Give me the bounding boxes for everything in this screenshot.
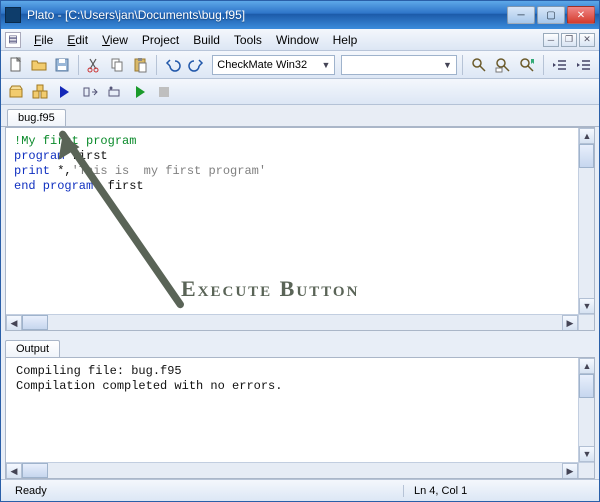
chevron-down-icon: ▼ <box>322 60 331 70</box>
scroll-thumb[interactable] <box>579 374 594 398</box>
editor-vscrollbar[interactable]: ▲ ▼ <box>578 128 594 314</box>
editor-tab-bug[interactable]: bug.f95 <box>7 109 66 126</box>
stop-button[interactable] <box>153 81 175 103</box>
target-combo[interactable]: ▼ <box>341 55 456 75</box>
chevron-down-icon: ▼ <box>443 60 452 70</box>
menu-build[interactable]: Build <box>186 31 227 49</box>
maximize-button[interactable]: ▢ <box>537 6 565 24</box>
code-keyword: program <box>14 149 72 163</box>
window-title: Plato - [C:\Users\jan\Documents\bug.f95] <box>27 8 507 22</box>
execute-button[interactable] <box>53 81 75 103</box>
build-config-label: CheckMate Win32 <box>217 59 307 71</box>
status-cursor-position: Ln 4, Col 1 <box>403 485 533 497</box>
mdi-close-button[interactable]: ✕ <box>579 33 595 47</box>
scroll-down-icon[interactable]: ▼ <box>579 446 595 462</box>
scroll-thumb[interactable] <box>22 463 48 478</box>
scroll-down-icon[interactable]: ▼ <box>579 298 594 314</box>
menu-file[interactable]: File <box>27 31 60 49</box>
step-over-button[interactable] <box>103 81 125 103</box>
output-pane: Output Compiling file: bug.f95 Compilati… <box>5 335 595 479</box>
close-button[interactable]: ✕ <box>567 6 595 24</box>
code-keyword: end program <box>14 179 93 193</box>
cut-button[interactable] <box>83 54 104 76</box>
scroll-thumb[interactable] <box>579 144 594 168</box>
menu-window[interactable]: Window <box>269 31 326 49</box>
undo-button[interactable] <box>162 54 183 76</box>
app-icon <box>5 7 21 23</box>
menu-tools[interactable]: Tools <box>227 31 269 49</box>
find-button[interactable] <box>468 54 490 76</box>
code-string: 'This is my first program' <box>72 164 266 178</box>
scroll-right-icon[interactable]: ▶ <box>562 463 578 479</box>
scroll-corner <box>578 462 594 478</box>
code-comment: !My first program <box>14 134 136 148</box>
titlebar: Plato - [C:\Users\jan\Documents\bug.f95]… <box>1 1 599 29</box>
scroll-up-icon[interactable]: ▲ <box>579 128 594 144</box>
scroll-left-icon[interactable]: ◀ <box>6 463 22 479</box>
scroll-thumb[interactable] <box>22 315 48 330</box>
run-debug-button[interactable] <box>129 81 151 103</box>
open-file-button[interactable] <box>28 54 49 76</box>
output-hscrollbar[interactable]: ◀ ▶ <box>6 462 578 478</box>
output-tab[interactable]: Output <box>5 340 60 357</box>
annotation-label: Execute Button <box>181 276 359 302</box>
save-button[interactable] <box>51 54 72 76</box>
code-editor[interactable]: !My first program program first print *,… <box>6 128 594 200</box>
mdi-restore-button[interactable]: ❐ <box>561 33 577 47</box>
menu-help[interactable]: Help <box>326 31 365 49</box>
build-button[interactable] <box>29 81 51 103</box>
step-into-button[interactable] <box>79 81 101 103</box>
scroll-corner <box>578 314 594 330</box>
app-window: Plato - [C:\Users\jan\Documents\bug.f95]… <box>0 0 600 502</box>
scroll-up-icon[interactable]: ▲ <box>579 358 595 374</box>
editor-pane: !My first program program first print *,… <box>5 127 595 331</box>
bookmarks-button[interactable] <box>516 54 538 76</box>
new-file-button[interactable] <box>5 54 26 76</box>
document-system-icon[interactable]: ▤ <box>5 32 21 48</box>
build-config-combo[interactable]: CheckMate Win32 ▼ <box>212 55 335 75</box>
paste-button[interactable] <box>130 54 151 76</box>
statusbar: Ready Ln 4, Col 1 <box>1 479 599 501</box>
redo-button[interactable] <box>185 54 206 76</box>
scroll-right-icon[interactable]: ▶ <box>562 315 578 330</box>
output-vscrollbar[interactable]: ▲ ▼ <box>578 358 594 462</box>
compile-button[interactable] <box>5 81 27 103</box>
menu-edit[interactable]: Edit <box>60 31 95 49</box>
indent-button[interactable] <box>573 54 595 76</box>
mdi-minimize-button[interactable]: ─ <box>543 33 559 47</box>
scroll-left-icon[interactable]: ◀ <box>6 315 22 330</box>
copy-button[interactable] <box>107 54 128 76</box>
menu-view[interactable]: View <box>95 31 135 49</box>
menubar: ▤ File Edit View Project Build Tools Win… <box>1 29 599 51</box>
code-keyword: print <box>14 164 57 178</box>
outdent-button[interactable] <box>549 54 571 76</box>
toolbar-main: CheckMate Win32 ▼ ▼ <box>1 51 599 79</box>
editor-hscrollbar[interactable]: ◀ ▶ <box>6 314 578 330</box>
editor-tab-strip: bug.f95 <box>1 105 599 127</box>
minimize-button[interactable]: ─ <box>507 6 535 24</box>
status-ready: Ready <box>7 485 55 497</box>
find-in-files-button[interactable] <box>492 54 514 76</box>
output-text[interactable]: Compiling file: bug.f95 Compilation comp… <box>6 358 594 400</box>
toolbar-build <box>1 79 599 105</box>
menu-project[interactable]: Project <box>135 31 186 49</box>
